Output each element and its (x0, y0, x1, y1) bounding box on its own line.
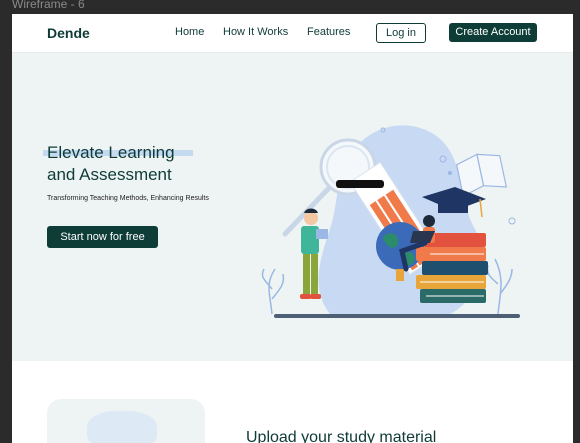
upload-section-title: Upload your study material (246, 429, 437, 443)
upload-section: Upload your study material (12, 361, 573, 443)
nav-link-features[interactable]: Features (307, 26, 350, 38)
start-now-button[interactable]: Start now for free (47, 226, 158, 248)
nav-link-home[interactable]: Home (175, 26, 204, 38)
hero-title: Elevate Learning and Assessment (43, 142, 247, 186)
create-account-button[interactable]: Create Account (449, 23, 537, 42)
top-navbar: Dende Home How It Works Features Log in … (12, 14, 573, 53)
hero-section: Elevate Learning and Assessment Transfor… (12, 53, 573, 361)
frame-label: Wireframe - 6 (12, 0, 85, 11)
hero-title-line-2: and Assessment (47, 165, 172, 184)
login-button[interactable]: Log in (376, 23, 426, 43)
hero-subtitle: Transforming Teaching Methods, Enhancing… (47, 195, 209, 202)
artboard: Dende Home How It Works Features Log in … (12, 14, 573, 443)
hero-title-line-1: Elevate Learning (47, 143, 175, 162)
education-illustration (261, 125, 520, 318)
brand-logo[interactable]: Dende (47, 25, 90, 41)
upload-illustration-card (47, 399, 205, 443)
upload-illustration-blob (87, 411, 157, 443)
nav-link-how-it-works[interactable]: How It Works (223, 26, 288, 38)
